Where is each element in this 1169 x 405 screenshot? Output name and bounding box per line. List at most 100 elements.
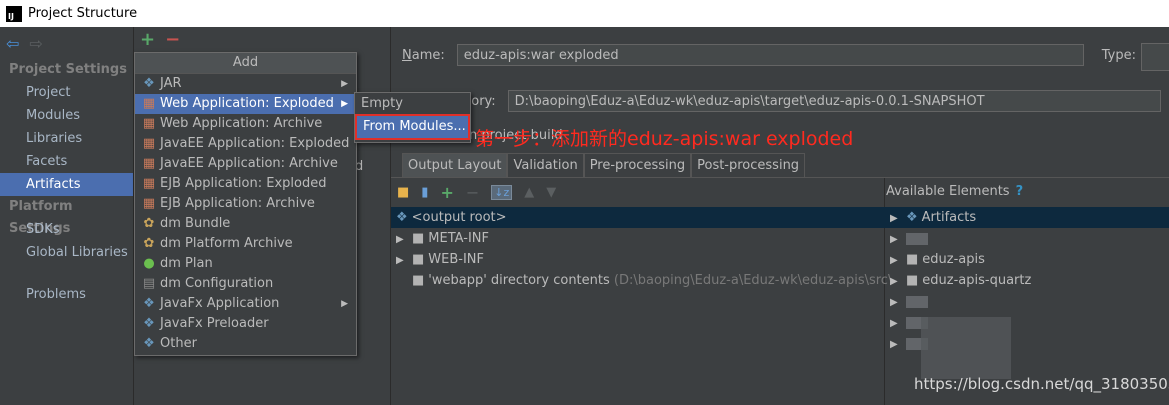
menu-item-javaee-application-archive[interactable]: ▦ JavaEE Application: Archive	[135, 154, 356, 174]
platform-settings-header: Platform Settings	[9, 199, 73, 236]
navigation-bar: ⇦ ⇨	[0, 27, 133, 59]
menu-item-dm-platform-archive[interactable]: ✿ dm Platform Archive	[135, 234, 356, 254]
plan-icon: ●	[143, 256, 155, 271]
tree-row[interactable]: ❖ <output root> ▶ ❖ Artifacts	[391, 207, 1169, 228]
sidebar-item-facets[interactable]: Facets	[0, 150, 133, 173]
jar-icon: ❖	[143, 76, 155, 91]
move-up-icon[interactable]: ▲	[524, 185, 534, 200]
expand-arrow-icon[interactable]: ▶	[890, 292, 906, 313]
submenu-arrow-icon: ▶	[341, 299, 348, 309]
web-icon: ▦	[142, 176, 156, 191]
blurred-module-icon	[906, 232, 928, 245]
menu-item-javafx-preloader[interactable]: ❖ JavaFx Preloader	[135, 314, 356, 334]
tab-pre-processing[interactable]: Pre-processing	[583, 153, 692, 177]
expand-arrow-icon[interactable]: ▶	[890, 313, 906, 334]
available-item-label: eduz-apis	[922, 252, 985, 267]
move-down-icon[interactable]: ▼	[546, 185, 556, 200]
blurred-module-icon	[906, 295, 928, 308]
tree-row[interactable]: ▶	[391, 333, 1169, 354]
remove-element-icon[interactable]: −	[466, 183, 479, 202]
create-directory-icon[interactable]: ■	[397, 185, 409, 200]
available-item-label: eduz-apis-quartz	[922, 273, 1032, 288]
settings-sidebar: ⇦ ⇨ Project Settings Project Modules Lib…	[0, 27, 134, 405]
folder-icon: ■	[412, 273, 425, 288]
blurred-region	[921, 317, 1011, 379]
tree-row[interactable]: ▶	[391, 312, 1169, 333]
web-icon: ▦	[142, 136, 156, 151]
instruction-annotation: 第一步：添加新的eduz-apis:war exploded	[475, 128, 854, 150]
tree-node-label: 'webapp' directory contents	[428, 273, 610, 288]
name-label: Name:	[402, 47, 445, 63]
create-archive-icon[interactable]: ▮	[421, 185, 428, 200]
add-artifact-menu: Add ❖ JAR ▶ ▦ Web Application: Exploded ▶ ▦ W…	[134, 52, 357, 356]
menu-item-web-application-archive[interactable]: ▦ Web Application: Archive	[135, 114, 356, 134]
submenu-arrow-icon: ▶	[341, 79, 348, 89]
artifact-name-field[interactable]: eduz-apis:war exploded	[456, 44, 1084, 66]
output-layout-toolbar: ■ ▮ + − ↓z ▲ ▼	[391, 178, 890, 206]
submenu-item-empty[interactable]: Empty	[355, 93, 470, 115]
menu-item-dm-configuration[interactable]: ▤ dm Configuration	[135, 274, 356, 294]
bundle-icon: ✿	[143, 236, 155, 251]
menu-item-jar[interactable]: ❖ JAR ▶	[135, 74, 356, 94]
menu-item-dm-plan[interactable]: ● dm Plan	[135, 254, 356, 274]
expand-arrow-icon[interactable]: ▶	[890, 229, 906, 250]
tab-post-processing[interactable]: Post-processing	[691, 153, 806, 177]
sidebar-item-project[interactable]: Project	[0, 81, 133, 104]
menu-item-javafx-application[interactable]: ❖ JavaFx Application ▶	[135, 294, 356, 314]
expand-arrow-icon[interactable]: ▶	[890, 334, 906, 355]
name-row: Name: eduz-apis:war exploded Type:	[402, 44, 1148, 66]
menu-item-other[interactable]: ❖ Other	[135, 334, 356, 354]
menu-item-ejb-application-exploded[interactable]: ▦ EJB Application: Exploded	[135, 174, 356, 194]
tree-node-path: (D:\baoping\Eduz-a\Eduz-wk\eduz-apis\src…	[613, 273, 930, 288]
sort-elements-icon[interactable]: ↓z	[491, 184, 513, 200]
bundle-icon: ✿	[143, 216, 155, 231]
menu-item-javaee-application-exploded[interactable]: ▦ JavaEE Application: Exploded	[135, 134, 356, 154]
available-item-label: Artifacts	[921, 210, 977, 225]
window-titlebar: IJ Project Structure	[0, 0, 1169, 27]
help-icon[interactable]: ?	[1016, 184, 1024, 199]
output-directory-field[interactable]: D:\baoping\Eduz-a\Eduz-wk\eduz-apis\targ…	[507, 90, 1161, 112]
web-icon: ▦	[142, 156, 156, 171]
back-arrow-icon[interactable]: ⇦	[6, 34, 19, 53]
web-icon: ▦	[142, 96, 156, 111]
tree-row[interactable]: ■'webapp' directory contents (D:\baoping…	[391, 270, 1169, 292]
artifact-tabs: Output Layout Validation Pre-processing …	[402, 153, 806, 177]
remove-artifact-icon[interactable]: −	[165, 29, 180, 50]
menu-item-ejb-application-archive[interactable]: ▦ EJB Application: Archive	[135, 194, 356, 214]
artifact-cube-icon: ❖	[906, 210, 918, 225]
tab-output-layout[interactable]: Output Layout	[402, 153, 508, 177]
tree-row[interactable]: ▶	[391, 291, 1169, 312]
sidebar-item-artifacts[interactable]: Artifacts	[0, 173, 133, 196]
tree-node-label: WEB-INF	[428, 252, 485, 267]
add-artifact-icon[interactable]: +	[140, 29, 155, 50]
layout-tree: ❖ <output root> ▶ ❖ Artifacts ▶ ■ META-INF ▶ …	[391, 207, 1169, 354]
artifact-details-pane: Name: eduz-apis:war exploded Type: ector…	[391, 27, 1169, 405]
menu-item-web-application-exploded[interactable]: ▦ Web Application: Exploded ▶	[135, 94, 356, 114]
type-label: Type:	[1101, 47, 1136, 63]
available-elements-header: Available Elements?	[886, 184, 1023, 199]
forward-arrow-icon[interactable]: ⇨	[29, 34, 42, 53]
expand-arrow-icon[interactable]: ▶	[396, 250, 412, 271]
artifacts-toolbar: + −	[134, 27, 390, 51]
web-icon: ▦	[142, 196, 156, 211]
expand-arrow-icon[interactable]: ▶	[890, 250, 906, 271]
sidebar-item-libraries[interactable]: Libraries	[0, 127, 133, 150]
add-copy-icon[interactable]: +	[440, 183, 453, 202]
tree-row[interactable]: ▶ ■ WEB-INF ▶ ■ eduz-apis	[391, 249, 1169, 270]
expand-arrow-icon[interactable]: ▶	[890, 208, 906, 229]
expand-arrow-icon[interactable]: ▶	[890, 271, 906, 292]
sidebar-item-global-libraries[interactable]: Global Libraries	[0, 241, 133, 264]
blog-watermark: https://blog.csdn.net/qq_31803503	[914, 375, 1169, 393]
menu-item-dm-bundle[interactable]: ✿ dm Bundle	[135, 214, 356, 234]
tree-row[interactable]: ▶ ■ META-INF ▶	[391, 228, 1169, 249]
expand-arrow-icon[interactable]: ▶	[396, 229, 412, 250]
tab-validation[interactable]: Validation	[507, 153, 584, 177]
type-dropdown[interactable]	[1141, 43, 1169, 71]
folder-icon: ■	[412, 252, 425, 267]
sidebar-item-problems[interactable]: Problems	[0, 283, 133, 306]
module-icon: ■	[906, 273, 919, 288]
web-exploded-submenu: Empty From Modules...	[354, 92, 471, 143]
project-settings-header: Project Settings	[9, 62, 127, 77]
sidebar-item-modules[interactable]: Modules	[0, 104, 133, 127]
submenu-item-from-modules[interactable]: From Modules...	[355, 114, 470, 140]
